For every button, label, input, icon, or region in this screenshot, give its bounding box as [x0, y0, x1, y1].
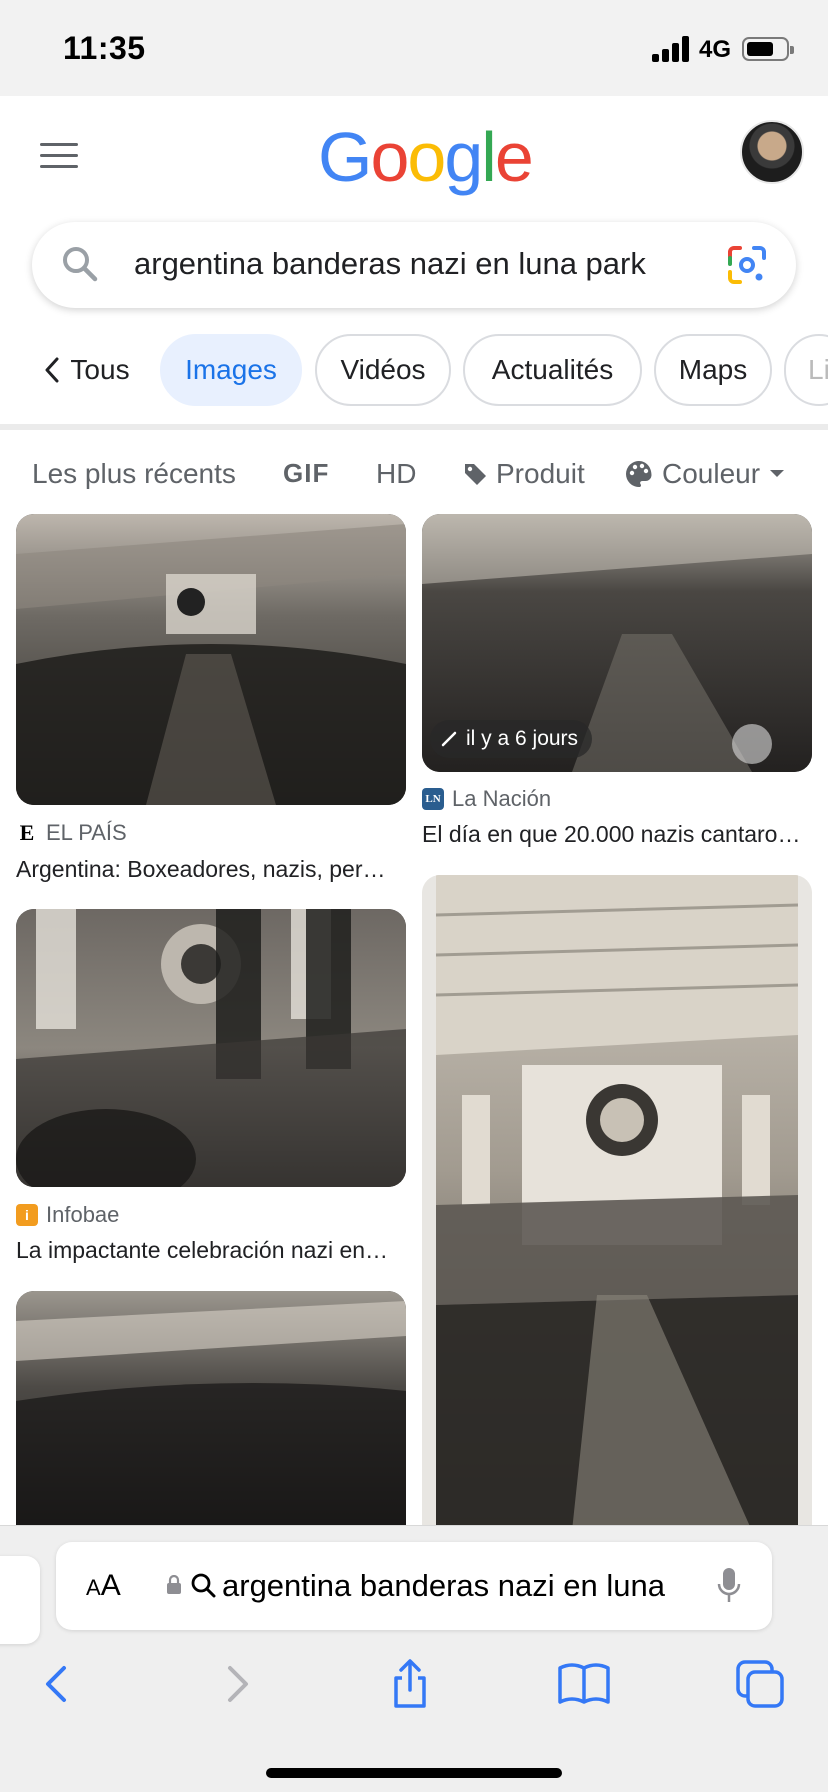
filter-recent[interactable]: Les plus récents: [32, 458, 236, 490]
menu-icon[interactable]: [40, 143, 78, 171]
tab-all[interactable]: Tous: [36, 334, 136, 406]
filter-color[interactable]: Couleur: [624, 458, 786, 490]
result-photo: [16, 1291, 406, 1531]
chevron-left-icon: [45, 357, 59, 383]
tab-label: Maps: [678, 354, 748, 385]
result-photo: [16, 909, 406, 1187]
result-title[interactable]: La impactante celebración nazi en…: [16, 1237, 400, 1264]
result-photo: [435, 875, 799, 1531]
forward-icon[interactable]: [208, 1656, 264, 1712]
filter-label: Les plus récents: [32, 458, 236, 489]
badge-text: il y a 6 jours: [466, 727, 579, 750]
filter-product[interactable]: Produit: [462, 458, 585, 490]
result-photo: [16, 514, 406, 805]
palette-icon: [626, 461, 652, 487]
status-time: 11:35: [63, 30, 146, 66]
elpais-favicon-icon: E: [16, 820, 38, 845]
result-source[interactable]: LN La Nación: [422, 786, 551, 812]
tab-images[interactable]: Images: [160, 334, 302, 406]
home-indicator[interactable]: [266, 1768, 562, 1778]
search-query[interactable]: argentina banderas nazi en luna park: [134, 246, 646, 282]
tabs-icon[interactable]: [732, 1656, 788, 1712]
status-bar: 11:35 4G: [0, 0, 828, 96]
signal-icon: [652, 36, 692, 62]
link-icon: [441, 731, 457, 747]
battery-icon: [742, 37, 794, 61]
result-image[interactable]: [16, 1291, 406, 1531]
search-icon: [63, 247, 98, 282]
tab-label: Li: [808, 354, 828, 385]
tab-videos[interactable]: Vidéos: [315, 334, 451, 406]
result-image[interactable]: [16, 909, 406, 1187]
search-icon: [191, 1573, 216, 1598]
address-text[interactable]: argentina banderas nazi en luna: [222, 1568, 742, 1604]
tab-news[interactable]: Actualités: [463, 334, 642, 406]
tab-more[interactable]: Li: [784, 334, 828, 406]
source-name: La Nación: [452, 786, 552, 811]
filter-label: Produit: [496, 458, 585, 489]
result-image[interactable]: [16, 514, 406, 805]
google-logo[interactable]: Google: [318, 117, 534, 197]
date-badge: il y a 6 jours: [430, 720, 593, 758]
tab-label: Images: [185, 354, 277, 385]
source-name: EL PAÍS: [46, 820, 127, 845]
lanacion-favicon-icon: LN: [422, 788, 444, 810]
infobae-favicon-icon: i: [16, 1204, 38, 1226]
filter-gif[interactable]: GIF: [283, 458, 329, 489]
tab-maps[interactable]: Maps: [654, 334, 772, 406]
account-avatar[interactable]: [740, 120, 804, 184]
tag-icon: [465, 464, 486, 485]
filter-label: GIF: [283, 458, 330, 488]
divider: [0, 424, 828, 430]
result-title[interactable]: Argentina: Boxeadores, nazis, per…: [16, 856, 400, 883]
result-source[interactable]: E EL PAÍS: [16, 820, 127, 846]
source-name: Infobae: [46, 1202, 120, 1227]
tab-label: Tous: [70, 354, 130, 385]
result-image[interactable]: il y a 6 jours: [422, 514, 812, 772]
filter-bar: Les plus récents GIF HD Produit Couleur: [0, 450, 828, 500]
filter-label: Couleur: [662, 458, 761, 489]
tab-label: Vidéos: [340, 354, 426, 385]
result-image[interactable]: [422, 875, 812, 1531]
filter-label: HD: [376, 458, 417, 489]
address-bar[interactable]: AA argentina banderas nazi en luna: [56, 1542, 772, 1630]
result-title[interactable]: El día en que 20.000 nazis cantaro…: [422, 821, 806, 848]
search-box[interactable]: argentina banderas nazi en luna park: [32, 222, 796, 308]
google-lens-icon[interactable]: [726, 244, 768, 286]
filter-hd[interactable]: HD: [376, 458, 416, 490]
result-source[interactable]: i Infobae: [16, 1202, 119, 1228]
browser-toolbar: AA argentina banderas nazi en luna: [0, 1525, 828, 1792]
previous-tab-preview[interactable]: [0, 1556, 40, 1644]
share-icon[interactable]: [382, 1656, 438, 1712]
back-icon[interactable]: [30, 1656, 86, 1712]
text-size-button[interactable]: AA: [86, 1569, 121, 1603]
tab-label: Actualités: [491, 354, 614, 385]
bookmarks-icon[interactable]: [556, 1656, 612, 1712]
network-label: 4G: [699, 36, 732, 63]
search-tabs: Tous Images Vidéos Actualités Maps Li: [0, 332, 828, 408]
lock-icon: [167, 1575, 181, 1594]
dropdown-arrow-icon: [770, 470, 785, 477]
microphone-icon[interactable]: [716, 1566, 742, 1606]
